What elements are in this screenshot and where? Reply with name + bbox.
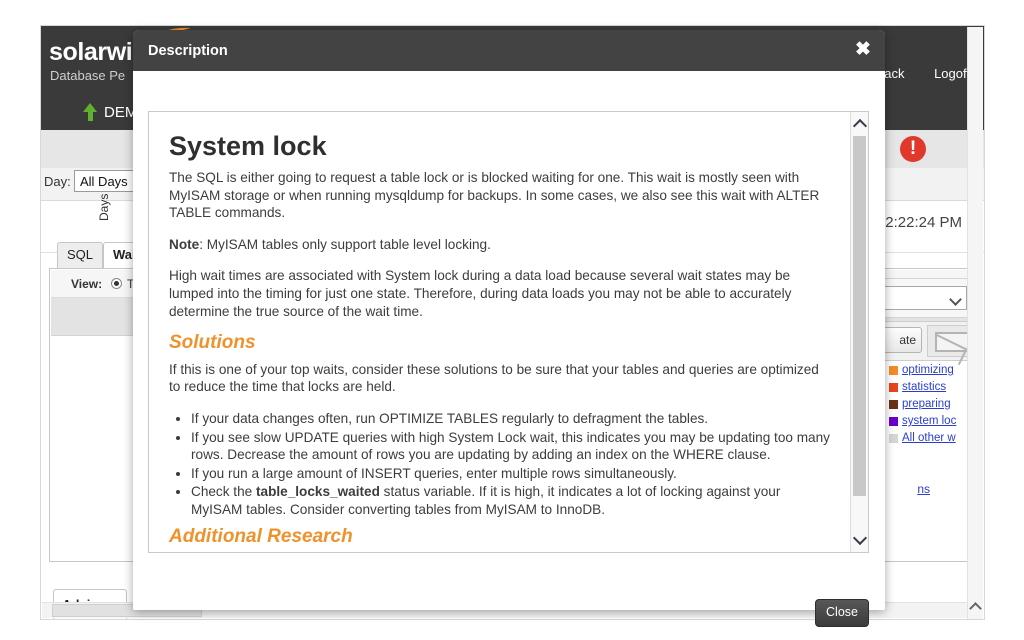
envelope-icon [935, 332, 971, 352]
legend-swatch-icon [889, 416, 898, 426]
document-scrollbar-thumb[interactable] [853, 136, 866, 496]
chart-y-axis-title: Days [97, 193, 111, 221]
chevron-down-icon[interactable] [852, 530, 868, 546]
legend-label[interactable]: optimizing [902, 364, 954, 376]
document-content: System lock The SQL is either going to r… [149, 112, 852, 552]
doc-paragraph-1: The SQL is either going to request a tab… [169, 170, 820, 221]
chevron-up-icon[interactable] [969, 602, 982, 615]
doc-solutions-intro: If this is one of your top waits, consid… [169, 361, 819, 395]
right-dropdown[interactable] [873, 286, 967, 310]
dialog-body: System lock The SQL is either going to r… [133, 71, 885, 565]
chevron-down-icon [949, 293, 962, 306]
up-arrow-stem-icon [88, 112, 93, 121]
tab-sql[interactable]: SQL [57, 242, 104, 268]
brand-subtitle: Database Pe [50, 68, 126, 83]
doc-research-heading: Additional Research [169, 525, 353, 547]
legend-swatch-icon [889, 399, 898, 409]
chevron-up-icon[interactable] [852, 118, 868, 134]
top-nav-item-logoff[interactable]: Logoff [934, 66, 970, 81]
document-scrollbar[interactable] [850, 112, 868, 552]
alert-badge-icon[interactable]: ! [900, 136, 926, 162]
dialog-footer: Close [133, 565, 885, 627]
doc-bullet: If you see slow UPDATE queries with high… [191, 429, 832, 464]
legend-swatch-icon [889, 433, 898, 443]
legend-bottom-link[interactable]: ns [917, 482, 930, 496]
up-arrow-icon [83, 103, 97, 112]
legend-label[interactable]: statistics [902, 381, 946, 393]
screen-root: solarwinds Database Pe wack Logoff DEMO_… [0, 0, 1024, 640]
doc-note: Note: MyISAM tables only support table l… [169, 236, 832, 254]
legend-label[interactable]: preparing [902, 398, 951, 410]
footer-divider [148, 575, 869, 576]
view-label: View: [71, 277, 103, 291]
doc-heading: System lock [169, 131, 327, 161]
close-icon[interactable]: ✖ [850, 37, 876, 63]
doc-note-label: Note [169, 236, 200, 252]
doc-note-text: : MyISAM tables only support table level… [199, 236, 491, 252]
legend-swatch-icon [889, 365, 898, 375]
doc-bullet-bold: table_locks_waited [255, 484, 380, 500]
dialog-title: Description [148, 43, 228, 59]
legend-label[interactable]: system loc [902, 415, 956, 427]
doc-solutions-list: If your data changes often, run OPTIMIZE… [169, 410, 832, 519]
doc-bullet: Check the table_locks_waited status vari… [191, 483, 832, 518]
close-button[interactable]: Close [815, 599, 869, 627]
legend-swatch-icon [889, 382, 898, 392]
legend-label[interactable]: All other w [902, 432, 956, 444]
doc-bullet-pre: Check the [191, 484, 256, 500]
dialog-header: Description ✖ [133, 30, 885, 71]
doc-bullet: If your data changes often, run OPTIMIZE… [191, 410, 832, 428]
doc-paragraph-2: High wait times are associated with Syst… [169, 268, 792, 319]
doc-solutions-heading: Solutions [169, 332, 256, 354]
view-radio-total[interactable] [111, 278, 122, 289]
doc-bullet: If you run a large amount of INSERT quer… [191, 465, 832, 483]
document-frame: System lock The SQL is either going to r… [148, 111, 869, 553]
day-filter-label: Day: [44, 174, 71, 189]
vertical-scrollbar[interactable] [967, 27, 983, 619]
description-dialog: Description ✖ System lock The SQL is eit… [133, 30, 885, 627]
timestamp-label: 12:22:24 PM [876, 214, 962, 231]
